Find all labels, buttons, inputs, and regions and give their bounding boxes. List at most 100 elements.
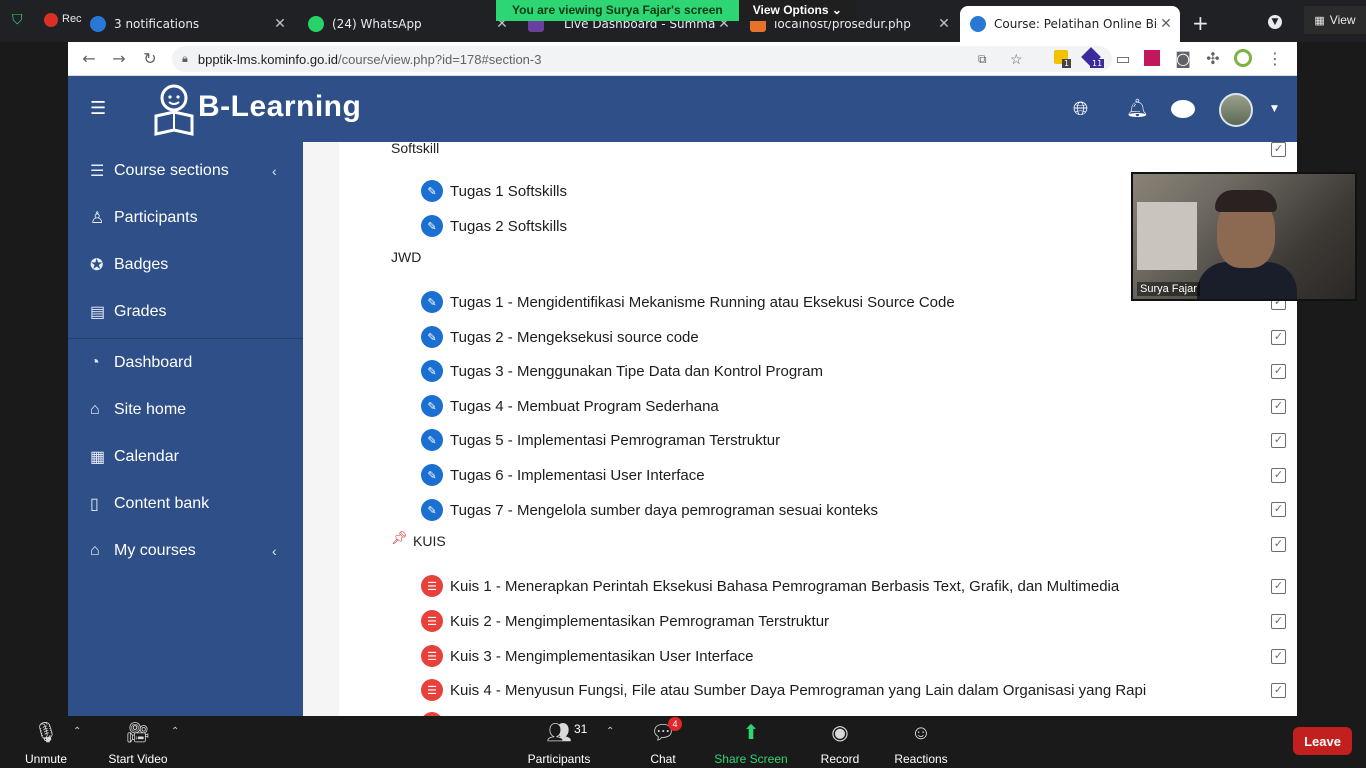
translate-icon[interactable]: ⧉ — [978, 52, 987, 67]
leave-button[interactable]: Leave — [1293, 727, 1352, 755]
tab-search-chevron-icon[interactable]: ▼ — [1268, 15, 1282, 29]
activity-assignment[interactable]: ✎ Tugas 3 - Menggunakan Tipe Data dan Ko… — [421, 359, 823, 383]
shield-icon: ⛉ — [12, 12, 23, 28]
zoom-view-button[interactable]: ▦ View — [1304, 6, 1366, 34]
completion-checkbox[interactable]: ✓ — [1271, 683, 1286, 698]
view-options-dropdown[interactable]: View Options ⌄ — [738, 0, 856, 21]
url-host: bpptik-lms.kominfo.go.id — [197, 51, 339, 67]
completion-checkbox[interactable]: ✓ — [1271, 364, 1286, 379]
section-title-softskill[interactable]: Softskill — [391, 142, 439, 156]
messages-chat-icon[interactable] — [1171, 100, 1195, 118]
sidebar-item-my-courses[interactable]: ⌂ My courses ‹ — [90, 538, 277, 564]
screen-share-banner: You are viewing Surya Fajar's screen Vie… — [496, 0, 856, 21]
activity-assignment[interactable]: ✎ Tugas 7 - Mengelola sumber daya pemrog… — [421, 498, 878, 522]
completion-checkbox[interactable]: ✓ — [1271, 649, 1286, 664]
tab-notifications[interactable]: 3 notifications ✕ — [80, 6, 294, 42]
sidebar-item-badges[interactable]: ✪ Badges — [90, 252, 168, 278]
sidebar-item-grades[interactable]: ▤ Grades — [90, 299, 166, 325]
reload-icon[interactable]: ↻ — [141, 50, 159, 68]
activity-quiz[interactable]: ☰ Kuis 4 - Menyusun Fungsi, File atau Su… — [421, 678, 1146, 702]
sidebar-item-calendar[interactable]: ▦ Calendar — [90, 444, 179, 470]
activity-assignment[interactable]: ✎ Tugas 1 Softskills — [421, 179, 567, 203]
unmute-button[interactable]: 🎙︎ Unmute — [22, 720, 70, 768]
chevron-left-icon[interactable]: ‹ — [272, 163, 277, 179]
completion-checkbox[interactable]: ✓ — [1271, 142, 1286, 157]
lock-icon: 🔒︎ — [182, 52, 188, 65]
completion-checkbox[interactable]: ✓ — [1271, 330, 1286, 345]
calendar-icon: ▦ — [90, 449, 106, 466]
reactions-button[interactable]: ☺ Reactions — [894, 720, 948, 768]
new-tab-plus-icon[interactable]: + — [1192, 11, 1209, 35]
section-title-kuis[interactable]: KUIS — [413, 533, 446, 549]
completion-checkbox[interactable]: ✓ — [1271, 433, 1286, 448]
chevron-down-icon[interactable]: ▼ — [1271, 104, 1278, 114]
back-arrow-icon[interactable]: ← — [80, 50, 98, 68]
completion-checkbox[interactable]: ✓ — [1271, 399, 1286, 414]
list-icon: ☰ — [90, 163, 105, 180]
assignment-icon: ✎ — [421, 326, 443, 348]
close-icon[interactable]: ✕ — [272, 16, 288, 32]
assignment-icon: ✎ — [421, 180, 443, 202]
chevron-up-icon[interactable]: ⌃ — [73, 726, 81, 737]
forward-arrow-icon[interactable]: → — [110, 50, 128, 68]
bookmark-star-icon[interactable]: ☆ — [1010, 51, 1023, 68]
assignment-icon: ✎ — [421, 499, 443, 521]
participants-icon: 👥︎ — [546, 722, 572, 744]
tab-course-active[interactable]: Course: Pelatihan Online Bid ✕ — [960, 6, 1180, 42]
start-video-button[interactable]: 🎥︎ Start Video — [106, 720, 170, 768]
tab-whatsapp[interactable]: (24) WhatsApp ✕ — [298, 6, 516, 42]
completion-checkbox[interactable]: ✓ — [1271, 579, 1286, 594]
activity-assignment[interactable]: ✎ Tugas 2 - Mengeksekusi source code — [421, 325, 699, 349]
extension-icon[interactable] — [1144, 50, 1160, 66]
puzzle-icon[interactable]: ✣ — [1204, 50, 1222, 68]
section-title-jwd[interactable]: JWD — [391, 249, 421, 265]
completion-checkbox[interactable]: ✓ — [1271, 468, 1286, 483]
activity-quiz[interactable]: ☰ Kuis 1 - Menerapkan Perintah Eksekusi … — [421, 574, 1119, 598]
menu-dots-icon[interactable]: ⋮ — [1266, 50, 1284, 68]
sidebar-item-content-bank[interactable]: ▯ Content bank — [90, 491, 209, 517]
user-avatar[interactable] — [1219, 93, 1253, 127]
browser-toolbar: ← → ↻ 🔒︎ bpptik-lms.kominfo.go.id /cours… — [68, 42, 1297, 76]
participant-video-tile[interactable]: Surya Fajar — [1131, 172, 1357, 301]
sidebar-item-course-sections[interactable]: ☰ Course sections ‹ — [90, 158, 277, 184]
media-icon[interactable]: ▭ — [1114, 50, 1132, 68]
camera-icon[interactable]: ◙ — [1174, 50, 1192, 68]
chevron-up-icon[interactable]: ⌃ — [171, 726, 179, 737]
participants-count: 31 — [574, 722, 588, 736]
activity-quiz[interactable]: ☰ Kuis 3 - Mengimplementasikan User Inte… — [421, 644, 753, 668]
chevron-up-icon[interactable]: ⌃ — [606, 726, 614, 737]
graduation-cap-icon: ⌂ — [90, 542, 100, 559]
notification-bell-icon[interactable]: 🔔︎ — [1126, 98, 1149, 119]
dashboard-icon: ◔ — [90, 354, 100, 371]
recording-label: Rec — [62, 13, 82, 25]
close-icon[interactable]: ✕ — [936, 16, 952, 32]
sidebar-item-participants[interactable]: ♙ Participants — [90, 205, 198, 231]
activity-quiz[interactable]: ☰ Kuis 2 - Mengimplementasikan Pemrogram… — [421, 609, 829, 633]
completion-checkbox[interactable]: ✓ — [1271, 614, 1286, 629]
address-bar[interactable]: 🔒︎ bpptik-lms.kominfo.go.id /course/view… — [172, 46, 1112, 72]
hamburger-icon[interactable]: ☰ — [90, 98, 106, 119]
assignment-icon: ✎ — [421, 395, 443, 417]
sidebar-item-site-home[interactable]: ⌂ Site home — [90, 397, 186, 423]
activity-assignment[interactable]: ✎ Tugas 5 - Implementasi Pemrograman Ter… — [421, 428, 780, 452]
smiley-plus-icon: ☺ — [910, 722, 932, 744]
logo-text[interactable]: B-Learning — [198, 90, 361, 124]
profile-avatar-icon[interactable] — [1234, 49, 1252, 67]
activity-assignment[interactable]: ✎ Tugas 1 - Mengidentifikasi Mekanisme R… — [421, 290, 955, 314]
assignment-icon: ✎ — [421, 360, 443, 382]
share-screen-button[interactable]: ⬆ Share Screen — [714, 720, 788, 768]
activity-assignment[interactable]: ✎ Tugas 6 - Implementasi User Interface — [421, 463, 705, 487]
activity-assignment[interactable]: ✎ Tugas 4 - Membuat Program Sederhana — [421, 394, 719, 418]
url-path: /course/view.php?id=178#section-3 — [338, 51, 542, 67]
close-icon[interactable]: ✕ — [1158, 16, 1174, 32]
sidebar-item-dashboard[interactable]: ◔ Dashboard — [90, 350, 192, 376]
record-button[interactable]: ◉ Record — [818, 720, 862, 768]
video-background — [1137, 202, 1197, 270]
activity-assignment[interactable]: ✎ Tugas 2 Softskills — [421, 214, 567, 238]
assignment-icon: ✎ — [421, 429, 443, 451]
completion-checkbox[interactable]: ✓ — [1271, 502, 1286, 517]
chevron-left-icon[interactable]: ‹ — [272, 543, 277, 559]
language-globe-icon[interactable]: 🌐︎ — [1073, 98, 1088, 120]
completion-checkbox[interactable]: ✓ — [1271, 537, 1286, 552]
grades-icon: ▤ — [90, 304, 106, 321]
